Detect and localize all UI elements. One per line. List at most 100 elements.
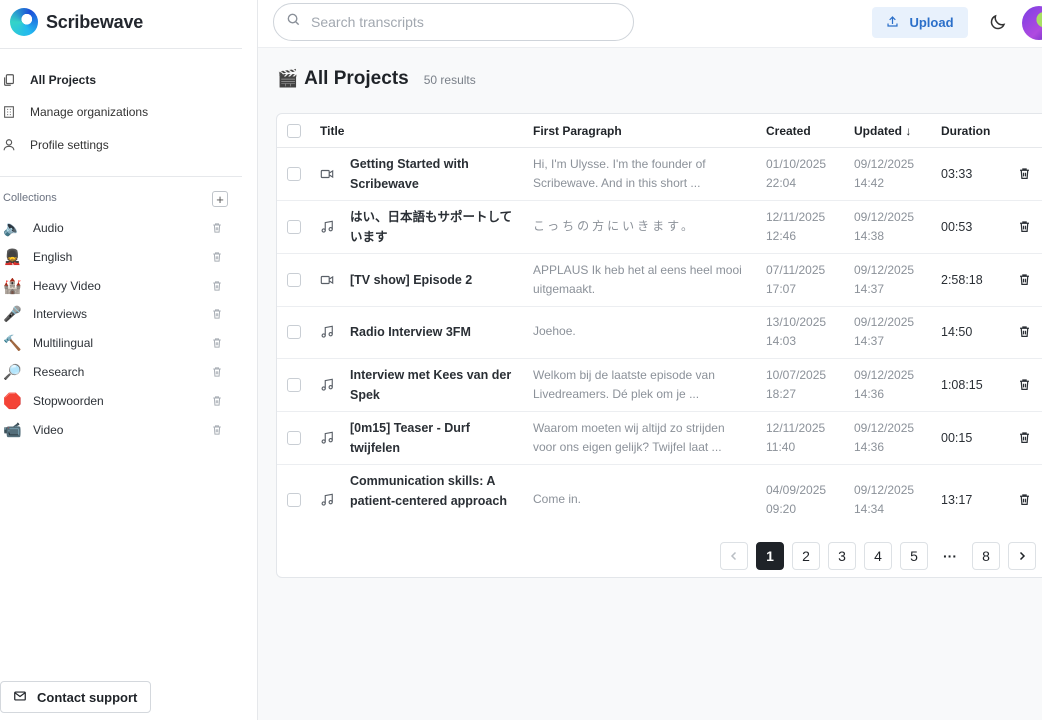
trash-icon[interactable] xyxy=(209,251,225,263)
row-duration: 00:15 xyxy=(941,431,973,445)
column-header-created[interactable]: Created xyxy=(766,124,811,138)
table-row[interactable]: [TV show] Episode 2 APPLAUS Ik heb het a… xyxy=(277,254,1042,307)
delete-row-trash-icon[interactable] xyxy=(1018,325,1032,339)
row-duration: 00:53 xyxy=(941,220,973,234)
next-page-button[interactable] xyxy=(1008,542,1036,570)
upload-button[interactable]: Upload xyxy=(872,7,968,38)
search-input[interactable] xyxy=(311,14,611,30)
trash-icon[interactable] xyxy=(209,395,225,407)
collection-item-stopwoorden[interactable]: 🛑 Stopwoorden xyxy=(3,390,225,412)
collection-label: Audio xyxy=(33,221,64,235)
dark-mode-toggle[interactable] xyxy=(988,12,1008,32)
collection-label: English xyxy=(33,250,73,264)
collection-item-video[interactable]: 📹 Video xyxy=(3,419,225,441)
trash-icon[interactable] xyxy=(209,337,225,349)
collection-item-multilingual[interactable]: 🔨 Multilingual xyxy=(3,332,225,354)
sidebar-divider xyxy=(0,48,242,49)
delete-row-trash-icon[interactable] xyxy=(1018,273,1032,287)
row-first-paragraph: Come in. xyxy=(533,492,582,506)
created-time: 12:46 xyxy=(766,229,797,243)
delete-row-trash-icon[interactable] xyxy=(1018,167,1032,181)
row-checkbox[interactable] xyxy=(287,431,301,445)
chevron-right-icon xyxy=(1019,551,1026,561)
add-collection-button[interactable]: + xyxy=(212,191,228,207)
page-button-4[interactable]: 4 xyxy=(864,542,892,570)
row-duration: 13:17 xyxy=(941,493,973,507)
row-title[interactable]: Communication skills: A patient-centered… xyxy=(350,471,510,511)
row-checkbox[interactable] xyxy=(287,493,301,507)
row-title[interactable]: はい、日本語もサポートしています xyxy=(350,207,515,247)
page-button-1[interactable]: 1 xyxy=(756,542,784,570)
created-time: 17:07 xyxy=(766,282,797,296)
scribewave-logo-icon xyxy=(10,8,38,36)
row-checkbox[interactable] xyxy=(287,273,301,287)
row-checkbox[interactable] xyxy=(287,325,301,339)
collection-item-interviews[interactable]: 🎤 Interviews xyxy=(3,303,225,325)
brand[interactable]: Scribewave xyxy=(10,7,143,37)
page-button-5[interactable]: 5 xyxy=(900,542,928,570)
row-title[interactable]: Getting Started with Scribewave xyxy=(350,154,515,194)
column-header-duration[interactable]: Duration xyxy=(941,124,990,138)
previous-page-button[interactable] xyxy=(720,542,748,570)
row-duration: 1:08:15 xyxy=(941,378,983,392)
row-title[interactable]: Radio Interview 3FM xyxy=(350,322,515,342)
delete-row-trash-icon[interactable] xyxy=(1018,493,1032,507)
column-header-first-paragraph[interactable]: First Paragraph xyxy=(533,124,622,138)
trash-icon[interactable] xyxy=(209,222,225,234)
music-note-icon xyxy=(320,431,334,445)
delete-row-trash-icon[interactable] xyxy=(1018,220,1032,234)
row-first-paragraph: APPLAUS Ik heb het al eens heel mooi uit… xyxy=(533,263,742,296)
moon-icon xyxy=(990,14,1006,30)
updated-time: 14:37 xyxy=(854,334,885,348)
row-title[interactable]: Interview met Kees van der Spek xyxy=(350,365,515,405)
page-button-2[interactable]: 2 xyxy=(792,542,820,570)
row-updated: 09/12/2025 14:36 xyxy=(854,419,934,457)
row-checkbox[interactable] xyxy=(287,220,301,234)
collection-label: Research xyxy=(33,365,85,379)
updated-date: 09/12/2025 xyxy=(854,483,915,497)
contact-support-button[interactable]: Contact support xyxy=(0,681,151,713)
row-checkbox[interactable] xyxy=(287,378,301,392)
trash-icon[interactable] xyxy=(209,424,225,436)
music-note-icon xyxy=(320,493,334,507)
row-created: 01/10/2025 22:04 xyxy=(766,155,846,193)
row-first-paragraph: Hi, I'm Ulysse. I'm the founder of Scrib… xyxy=(533,157,706,190)
trash-icon[interactable] xyxy=(209,366,225,378)
page-button-8[interactable]: 8 xyxy=(972,542,1000,570)
page-button-3[interactable]: 3 xyxy=(828,542,856,570)
search-bar[interactable] xyxy=(273,3,634,41)
collection-item-research[interactable]: 🔎 Research xyxy=(3,361,225,383)
row-title[interactable]: [0m15] Teaser - Durf twijfelen xyxy=(350,418,515,458)
table-row[interactable]: はい、日本語もサポートしています こっちの方にいきます。 12/11/2025 1… xyxy=(277,201,1042,254)
table-row[interactable]: Radio Interview 3FM Joehoe. 13/10/2025 14… xyxy=(277,307,1042,359)
row-title[interactable]: [TV show] Episode 2 xyxy=(350,270,515,290)
collection-item-audio[interactable]: 🔈 Audio xyxy=(3,217,225,239)
column-header-updated[interactable]: Updated ↓ xyxy=(854,124,911,138)
collection-label: Stopwoorden xyxy=(33,394,104,408)
table-row[interactable]: Interview met Kees van der Spek Welkom b… xyxy=(277,359,1042,412)
table-header: Title First Paragraph Created Updated ↓ … xyxy=(277,114,1042,148)
sidebar-item-all-projects[interactable]: All Projects xyxy=(0,68,96,92)
sidebar-item-profile-settings[interactable]: Profile settings xyxy=(0,133,109,157)
row-checkbox[interactable] xyxy=(287,167,301,181)
column-header-title[interactable]: Title xyxy=(320,124,344,138)
user-icon xyxy=(0,136,18,154)
trash-icon[interactable] xyxy=(209,308,225,320)
table-row[interactable]: [0m15] Teaser - Durf twijfelen Waarom mo… xyxy=(277,412,1042,465)
collections-heading: Collections xyxy=(3,192,57,204)
row-duration: 03:33 xyxy=(941,167,973,181)
delete-row-trash-icon[interactable] xyxy=(1018,378,1032,392)
user-avatar[interactable] xyxy=(1022,6,1042,40)
table-row[interactable]: Getting Started with Scribewave Hi, I'm … xyxy=(277,148,1042,201)
collection-item-english[interactable]: 💂 English xyxy=(3,246,225,268)
delete-row-trash-icon[interactable] xyxy=(1018,431,1032,445)
sidebar-item-manage-organizations[interactable]: Manage organizations xyxy=(0,100,148,124)
select-all-checkbox[interactable] xyxy=(287,124,301,138)
collection-label: Multilingual xyxy=(33,336,94,350)
created-time: 11:40 xyxy=(766,440,796,454)
collection-item-heavy-video[interactable]: 🏰 Heavy Video xyxy=(3,275,225,297)
table-row[interactable]: Communication skills: A patient-centered… xyxy=(277,465,1042,535)
trash-icon[interactable] xyxy=(209,280,225,292)
video-camera-icon: 📹 xyxy=(3,422,22,439)
row-first-paragraph: Welkom bij de laatste episode van Livedr… xyxy=(533,368,715,401)
